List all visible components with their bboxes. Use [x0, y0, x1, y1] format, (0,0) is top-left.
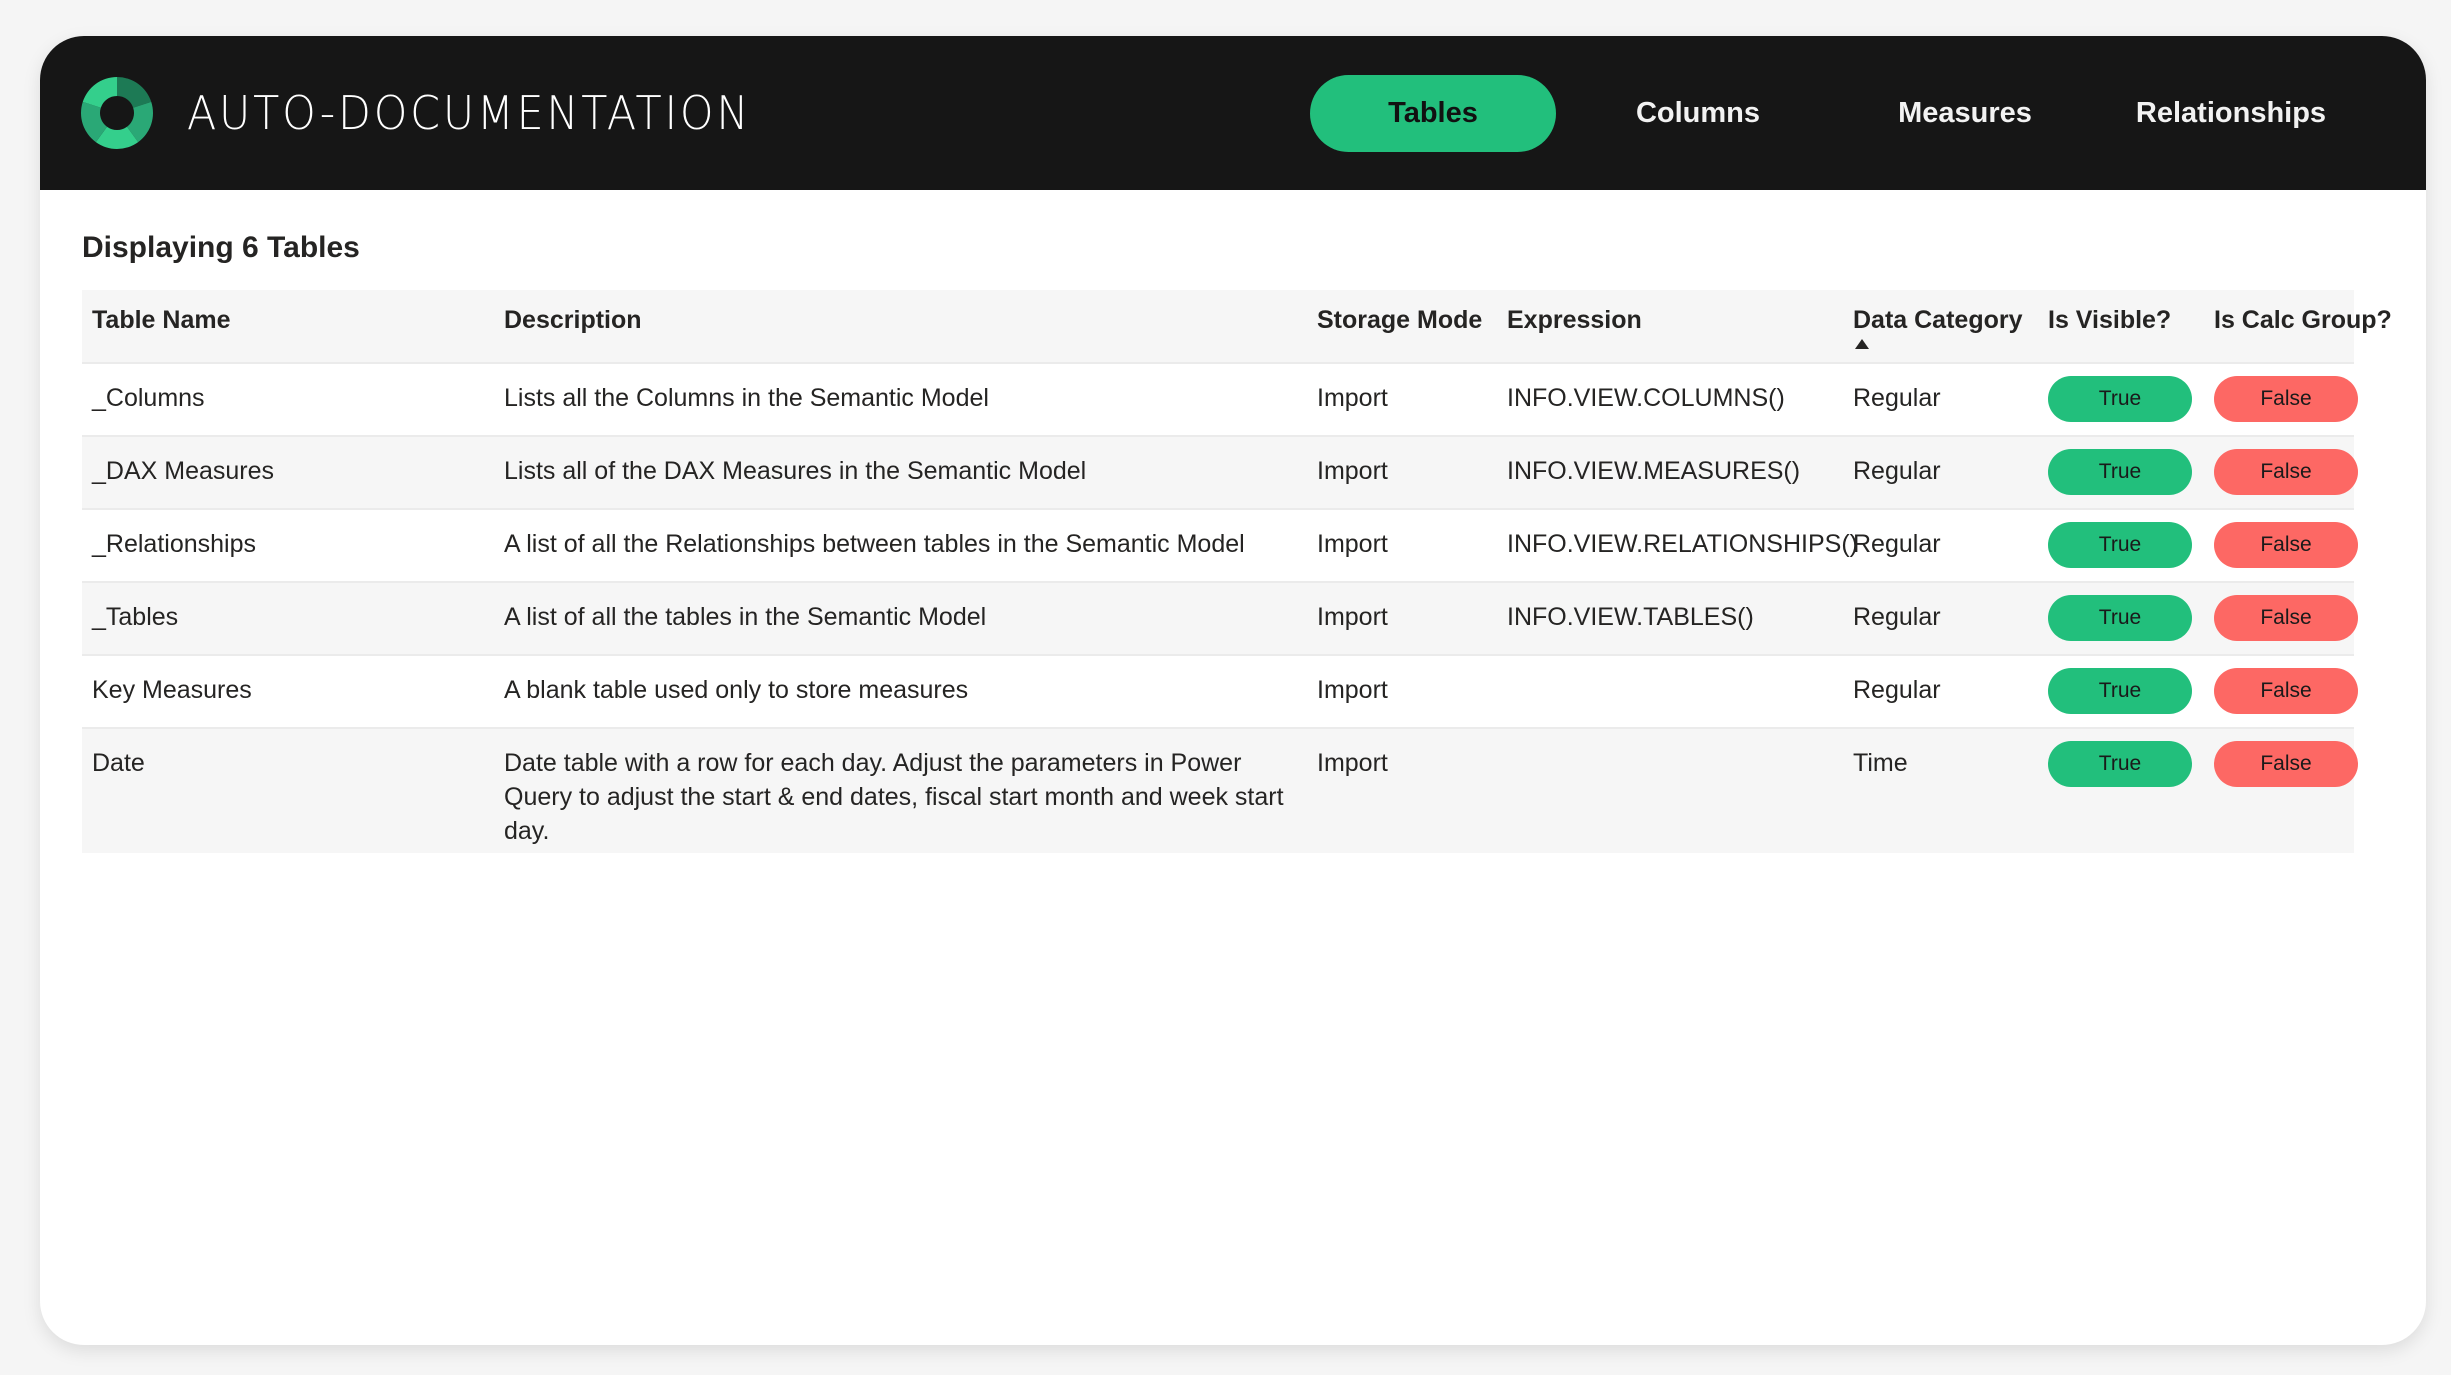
- column-header-storage-mode[interactable]: Storage Mode: [1317, 306, 1482, 335]
- tables-table: Table Name Description Storage Mode Expr…: [82, 290, 2392, 853]
- table-name-cell: _Tables: [92, 603, 179, 631]
- data-category-cell: Regular: [1853, 603, 1941, 631]
- is-visible-badge: True: [2048, 595, 2192, 641]
- table-row[interactable]: _Tables A list of all the tables in the S…: [82, 581, 2358, 654]
- is-visible-badge: True: [2048, 668, 2192, 714]
- column-header-table-name[interactable]: Table Name: [92, 306, 230, 335]
- is-visible-badge: True: [2048, 376, 2192, 422]
- table-name-cell: _Columns: [92, 384, 205, 412]
- tab-measures[interactable]: Measures: [1842, 75, 2088, 152]
- expression-cell: INFO.VIEW.COLUMNS(): [1507, 384, 1785, 412]
- is-calc-group-badge: False: [2214, 668, 2358, 714]
- description-cell: Lists all the Columns in the Semantic Mo…: [504, 384, 989, 412]
- description-cell: Date table with a row for each day. Adju…: [504, 749, 1284, 845]
- tab-relationships[interactable]: Relationships: [2108, 75, 2354, 152]
- column-header-expression[interactable]: Expression: [1507, 306, 1642, 335]
- sort-ascending-icon[interactable]: [1855, 339, 1869, 349]
- is-calc-group-badge: False: [2214, 449, 2358, 495]
- data-category-cell: Regular: [1853, 384, 1941, 412]
- column-header-description[interactable]: Description: [504, 306, 642, 335]
- is-calc-group-badge: False: [2214, 741, 2358, 787]
- table-header-row: Table Name Description Storage Mode Expr…: [82, 290, 2392, 362]
- table-row[interactable]: _Relationships A list of all the Relation…: [82, 508, 2358, 581]
- header-bar: AUTO-DOCUMENTATION Tables Columns Measur…: [40, 36, 2426, 190]
- column-header-is-calc-group[interactable]: Is Calc Group?: [2214, 306, 2392, 335]
- table-row[interactable]: _Columns Lists all the Columns in the Sem…: [82, 362, 2358, 435]
- expression-cell: INFO.VIEW.MEASURES(): [1507, 457, 1801, 485]
- description-cell: Lists all of the DAX Measures in the Sem…: [504, 457, 1087, 485]
- is-visible-badge: True: [2048, 741, 2192, 787]
- description-cell: A list of all the tables in the Semantic…: [504, 603, 987, 631]
- description-cell: A list of all the Relationships between …: [504, 530, 1245, 558]
- donut-logo-icon: [81, 77, 153, 149]
- storage-mode-cell: Import: [1317, 603, 1388, 631]
- table-row[interactable]: Key Measures A blank table used only to s…: [82, 654, 2358, 727]
- data-category-cell: Regular: [1853, 676, 1941, 704]
- table-row[interactable]: Date Date table with a row for each day. …: [82, 727, 2358, 853]
- storage-mode-cell: Import: [1317, 457, 1388, 485]
- report-card: AUTO-DOCUMENTATION Tables Columns Measur…: [40, 36, 2426, 1345]
- description-cell: A blank table used only to store measure…: [504, 676, 969, 704]
- column-header-data-category[interactable]: Data Category: [1853, 306, 2023, 335]
- is-calc-group-badge: False: [2214, 595, 2358, 641]
- tab-columns[interactable]: Columns: [1575, 75, 1821, 152]
- is-calc-group-badge: False: [2214, 376, 2358, 422]
- storage-mode-cell: Import: [1317, 676, 1388, 704]
- storage-mode-cell: Import: [1317, 530, 1388, 558]
- table-name-cell: Date: [92, 749, 145, 777]
- is-calc-group-badge: False: [2214, 522, 2358, 568]
- is-visible-badge: True: [2048, 522, 2192, 568]
- column-header-is-visible[interactable]: Is Visible?: [2048, 306, 2171, 335]
- storage-mode-cell: Import: [1317, 384, 1388, 412]
- expression-cell: INFO.VIEW.RELATIONSHIPS(): [1507, 530, 1858, 558]
- storage-mode-cell: Import: [1317, 749, 1388, 777]
- tab-tables[interactable]: Tables: [1310, 75, 1556, 152]
- data-category-cell: Regular: [1853, 457, 1941, 485]
- logo-segment: [117, 77, 152, 108]
- table-name-cell: Key Measures: [92, 676, 252, 704]
- section-title: Displaying 6 Tables: [82, 231, 360, 264]
- data-category-cell: Regular: [1853, 530, 1941, 558]
- table-row[interactable]: _DAX Measures Lists all of the DAX Measur…: [82, 435, 2358, 508]
- is-visible-badge: True: [2048, 449, 2192, 495]
- app-title: AUTO-DOCUMENTATION: [187, 86, 752, 140]
- table-body: _Columns Lists all the Columns in the Sem…: [82, 362, 2358, 853]
- table-name-cell: _Relationships: [92, 530, 256, 558]
- data-category-cell: Time: [1853, 749, 1908, 777]
- table-name-cell: _DAX Measures: [92, 457, 275, 485]
- logo-segment: [82, 77, 117, 108]
- expression-cell: INFO.VIEW.TABLES(): [1507, 603, 1754, 631]
